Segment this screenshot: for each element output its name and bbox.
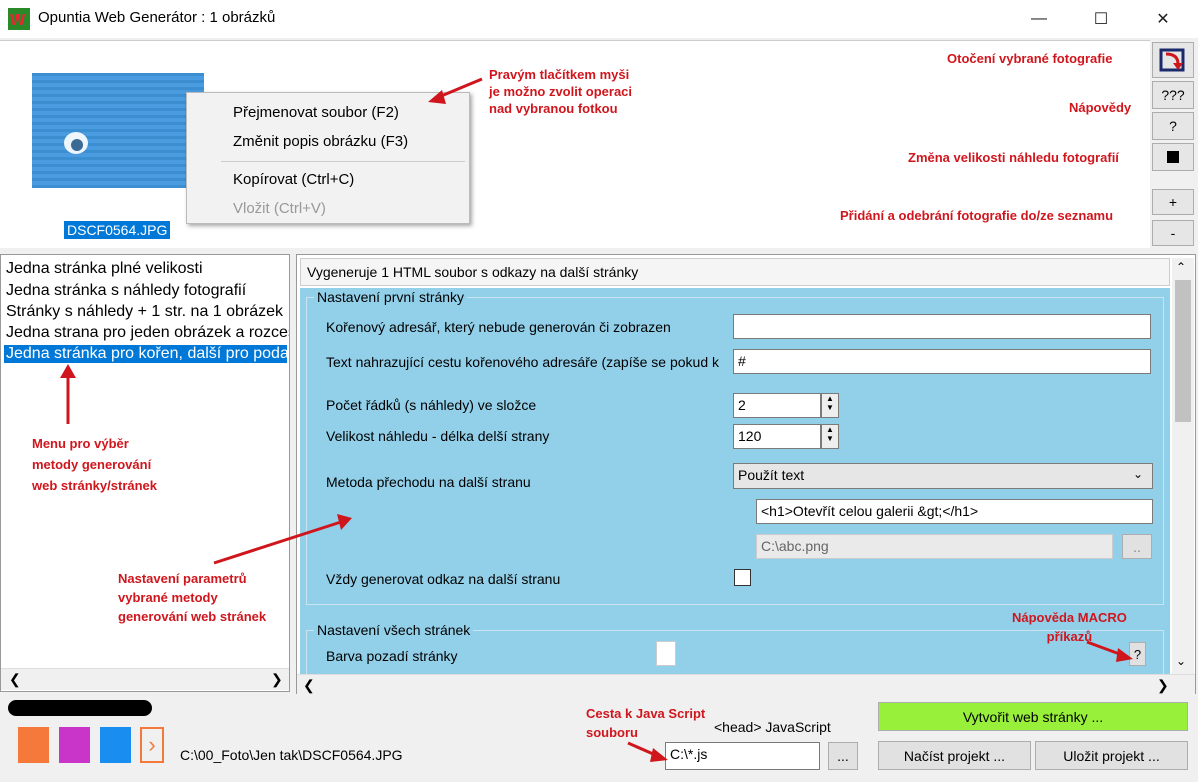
annotation-arrows bbox=[60, 77, 1133, 762]
